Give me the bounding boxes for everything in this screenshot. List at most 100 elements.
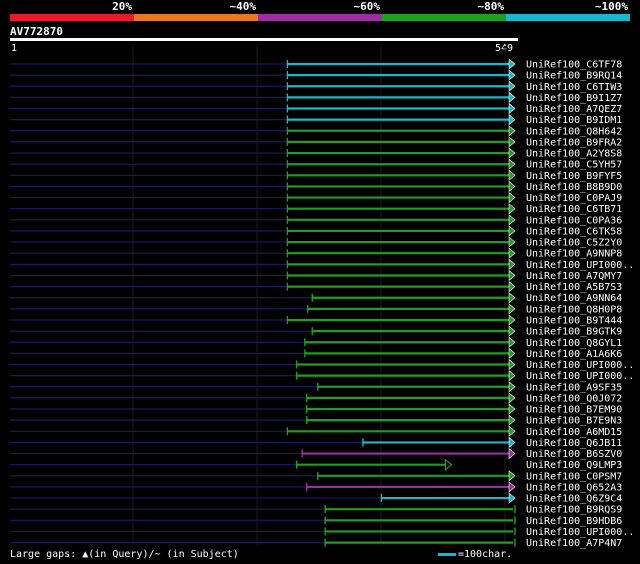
- hit-row[interactable]: UniRef100_A9SF35: [10, 381, 622, 394]
- hit-label[interactable]: UniRef100_C6TK58: [526, 226, 622, 237]
- hit-label[interactable]: UniRef100_C6TF78: [526, 60, 622, 71]
- hit-row[interactable]: UniRef100_B6SZV0: [10, 447, 622, 461]
- hit-end-arrow: [508, 358, 516, 371]
- hit-label[interactable]: UniRef100_C0PSM7: [526, 471, 622, 482]
- hit-label[interactable]: UniRef100_B7E9N3: [526, 416, 622, 427]
- hit-label[interactable]: UniRef100_UPI000..: [526, 260, 634, 271]
- hit-row[interactable]: UniRef100_B9I1Z7: [10, 91, 622, 104]
- hit-row[interactable]: UniRef100_C6TK58: [10, 225, 622, 238]
- hit-label[interactable]: UniRef100_Q8H0P8: [526, 304, 622, 315]
- hit-row[interactable]: UniRef100_B9RQ14: [10, 69, 622, 82]
- hit-row[interactable]: UniRef100_C6TIW3: [10, 80, 622, 93]
- hit-row[interactable]: UniRef100_Q8H642: [10, 125, 622, 138]
- hit-label[interactable]: UniRef100_A7QEZ7: [526, 104, 622, 115]
- hit-label[interactable]: UniRef100_C5Z2Y0: [526, 238, 622, 249]
- hit-row[interactable]: UniRef100_A9NN64: [10, 292, 622, 305]
- hit-row[interactable]: UniRef100_C0PA36: [10, 214, 622, 227]
- hit-label[interactable]: UniRef100_A9NNP8: [526, 249, 622, 260]
- hit-end-arrow: [508, 191, 516, 204]
- hit-row[interactable]: UniRef100_C0PSM7: [10, 470, 622, 483]
- hit-row[interactable]: UniRef100_Q6JB11: [10, 436, 622, 449]
- hit-label[interactable]: UniRef100_C5YH57: [526, 160, 622, 171]
- hit-label[interactable]: UniRef100_UPI000..: [526, 527, 634, 538]
- hit-label[interactable]: UniRef100_B9HDB6: [526, 516, 622, 527]
- hit-label[interactable]: UniRef100_A9NN64: [526, 293, 622, 304]
- hit-row[interactable]: UniRef100_B9GTK9: [10, 325, 622, 338]
- hit-row[interactable]: UniRef100_Q8GYL1: [10, 336, 622, 349]
- hit-label[interactable]: UniRef100_B9FYF5: [526, 171, 622, 182]
- hit-label[interactable]: UniRef100_Q0J072: [526, 393, 622, 404]
- hit-label[interactable]: UniRef100_A6MD15: [526, 427, 622, 438]
- hit-row[interactable]: UniRef100_Q0J072: [10, 392, 622, 405]
- hit-row[interactable]: UniRef100_B9HDB6: [10, 516, 622, 527]
- hit-row[interactable]: UniRef100_Q6Z9C4: [10, 492, 622, 505]
- hit-row[interactable]: UniRef100_UPI000..: [10, 369, 634, 383]
- hit-row[interactable]: UniRef100_Q652A3: [10, 481, 622, 494]
- hit-end-arrow: [508, 180, 516, 193]
- hit-label[interactable]: UniRef100_A1A6K6: [526, 349, 622, 360]
- hit-label[interactable]: UniRef100_A2Y8S8: [526, 149, 622, 160]
- hit-row[interactable]: UniRef100_B9FRA2: [10, 136, 622, 149]
- hit-label[interactable]: UniRef100_Q8H642: [526, 126, 622, 137]
- hit-row[interactable]: UniRef100_C6TB71: [10, 203, 622, 216]
- hit-row[interactable]: UniRef100_A7QEZ7: [10, 102, 622, 116]
- hit-label[interactable]: UniRef100_A7QMY7: [526, 271, 622, 282]
- hit-label[interactable]: UniRef100_C0PA36: [526, 215, 622, 226]
- hit-row[interactable]: UniRef100_B7EM90: [10, 403, 622, 416]
- hit-label[interactable]: UniRef100_B9T444: [526, 315, 622, 326]
- hit-label[interactable]: UniRef100_B6SZV0: [526, 449, 622, 460]
- hit-row[interactable]: UniRef100_Q9LMP3: [10, 458, 622, 472]
- hit-end-arrow: [508, 158, 516, 170]
- hit-label[interactable]: UniRef100_A7P4N7: [526, 538, 622, 549]
- hit-label[interactable]: UniRef100_Q6Z9C4: [526, 494, 622, 505]
- hit-row[interactable]: UniRef100_UPI000..: [10, 358, 634, 372]
- hit-row[interactable]: UniRef100_A6MD15: [10, 425, 622, 438]
- hit-row[interactable]: UniRef100_UPI000..: [10, 527, 634, 538]
- hit-label[interactable]: UniRef100_UPI000..: [526, 360, 634, 371]
- hit-label[interactable]: UniRef100_A9SF35: [526, 382, 622, 393]
- hit-row[interactable]: UniRef100_A5B7S3: [10, 280, 622, 294]
- hit-row[interactable]: UniRef100_A1A6K6: [10, 347, 622, 360]
- hit-row[interactable]: UniRef100_A2Y8S8: [10, 147, 622, 160]
- hit-label[interactable]: UniRef100_B9IDM1: [526, 115, 622, 126]
- hit-label[interactable]: UniRef100_B9GTK9: [526, 327, 622, 338]
- hit-label[interactable]: UniRef100_Q8GYL1: [526, 338, 622, 349]
- hit-label[interactable]: UniRef100_C6TIW3: [526, 82, 622, 93]
- hit-row[interactable]: UniRef100_B9FYF5: [10, 169, 622, 182]
- hit-label[interactable]: UniRef100_UPI000..: [526, 371, 634, 382]
- hit-label[interactable]: UniRef100_B9I1Z7: [526, 93, 622, 104]
- hit-end-arrow: [508, 447, 516, 460]
- hit-row[interactable]: UniRef100_A7P4N7: [10, 538, 622, 549]
- hit-label[interactable]: UniRef100_Q9LMP3: [526, 460, 622, 471]
- hit-end-arrow: [508, 280, 516, 293]
- hit-label[interactable]: UniRef100_C0PAJ9: [526, 193, 622, 204]
- hit-label[interactable]: UniRef100_B8B9D0: [526, 182, 622, 193]
- hit-end-arrow: [508, 436, 516, 449]
- hit-row[interactable]: UniRef100_Q8H0P8: [10, 303, 622, 316]
- hit-end-arrow: [508, 369, 516, 382]
- hit-row[interactable]: UniRef100_C0PAJ9: [10, 191, 622, 205]
- hit-row[interactable]: UniRef100_B7E9N3: [10, 414, 622, 427]
- hit-row[interactable]: UniRef100_A7QMY7: [10, 269, 622, 282]
- hit-end-arrow: [508, 247, 516, 259]
- hit-row[interactable]: UniRef100_B9T444: [10, 314, 622, 327]
- hit-row[interactable]: UniRef100_C5Z2Y0: [10, 236, 622, 249]
- hit-row[interactable]: UniRef100_UPI000..: [10, 258, 634, 271]
- hit-label[interactable]: UniRef100_C6TB71: [526, 204, 622, 215]
- hit-row[interactable]: UniRef100_C6TF78: [10, 58, 622, 71]
- hit-row[interactable]: UniRef100_B9IDM1: [10, 114, 622, 127]
- hit-label[interactable]: UniRef100_A5B7S3: [526, 282, 622, 293]
- hit-end-arrow: [444, 458, 453, 471]
- hit-row[interactable]: UniRef100_A9NNP8: [10, 247, 622, 260]
- hit-row[interactable]: UniRef100_C5YH57: [10, 158, 622, 171]
- hit-label[interactable]: UniRef100_B9RQ14: [526, 71, 622, 82]
- hit-label[interactable]: UniRef100_Q652A3: [526, 482, 622, 493]
- hit-label[interactable]: UniRef100_B7EM90: [526, 405, 622, 416]
- hit-end-arrow: [508, 58, 516, 70]
- hit-end-arrow: [508, 80, 516, 92]
- hit-label[interactable]: UniRef100_B9RQS9: [526, 505, 622, 516]
- hit-row[interactable]: UniRef100_B8B9D0: [10, 180, 622, 193]
- hit-label[interactable]: UniRef100_Q6JB11: [526, 438, 622, 449]
- hit-label[interactable]: UniRef100_B9FRA2: [526, 137, 622, 148]
- hit-row[interactable]: UniRef100_B9RQS9: [10, 505, 622, 516]
